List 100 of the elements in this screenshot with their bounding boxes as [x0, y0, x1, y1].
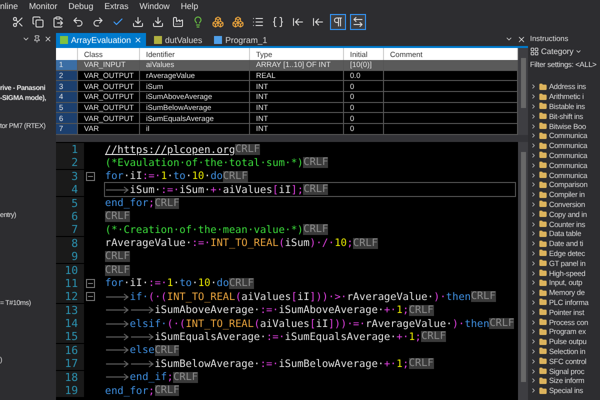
cut-icon[interactable] [12, 16, 24, 28]
expand-icon[interactable] [530, 377, 537, 384]
expand-icon[interactable] [530, 270, 537, 277]
check-icon[interactable] [112, 16, 124, 28]
code-line: iSumEqualsAverage·:=·iSumEqualsAverage·+·1;CRLF [104, 330, 516, 344]
expand-icon[interactable] [530, 122, 537, 130]
code-line: for·iI:=·1·to·10·doCRLF [104, 169, 249, 184]
expand-icon[interactable] [530, 93, 537, 100]
undo-icon[interactable] [72, 16, 84, 28]
line-number: 13 [56, 304, 84, 317]
pilcrow-icon [332, 16, 344, 28]
expand-icon[interactable] [530, 289, 537, 296]
expand-icon[interactable] [530, 279, 537, 286]
download-icon[interactable] [152, 16, 164, 28]
expand-icon[interactable] [530, 200, 537, 208]
menu-item[interactable]: Debug [68, 1, 94, 11]
arrow-to-line-icon[interactable] [292, 16, 304, 28]
menu-item[interactable]: Window [139, 1, 170, 11]
folder-icon [539, 161, 547, 170]
code-line: end_for;CRLF [104, 196, 180, 210]
line-number: 4 [56, 183, 84, 196]
fold-toggle-icon[interactable] [86, 172, 94, 181]
expand-icon[interactable] [530, 102, 537, 110]
expand-icon[interactable] [530, 250, 537, 257]
download-icon[interactable] [132, 16, 144, 28]
redo-icon[interactable] [92, 16, 104, 28]
close-icon[interactable] [134, 36, 142, 44]
copy-icon[interactable] [32, 16, 44, 28]
expand-icon[interactable] [530, 172, 537, 179]
toolbar-swap-arrows-toggle[interactable] [350, 14, 366, 30]
tab-arrow-icon [130, 332, 155, 341]
fold-toggle-icon[interactable] [86, 292, 94, 302]
scrollbar[interactable] [518, 142, 528, 400]
editor-tab[interactable]: Program_1 [210, 33, 272, 46]
folder-icon [539, 386, 547, 395]
code-line: end_if;CRLF [104, 370, 516, 384]
file-icon [214, 36, 222, 44]
code-line: if·(·(INT_TO_REAL(aiValues[iI]))·>·rAverageValue·)·thenCRLF [104, 290, 516, 304]
menu-item[interactable]: nline [0, 1, 18, 11]
expand-icon[interactable] [530, 240, 537, 248]
lightbulb-icon[interactable] [192, 16, 204, 28]
fold-toggle-icon[interactable] [86, 278, 94, 288]
pin-icon[interactable] [33, 35, 41, 43]
menu-item[interactable]: Extras [104, 1, 128, 11]
line-number: 3 [56, 170, 84, 183]
expand-icon[interactable] [530, 181, 537, 188]
boxes-icon[interactable] [232, 16, 244, 28]
arrow-to-line-icon[interactable] [312, 16, 324, 28]
folder-icon [539, 308, 547, 316]
expand-icon[interactable] [530, 348, 537, 355]
expand-icon[interactable] [530, 220, 537, 228]
close-icon[interactable] [517, 35, 526, 44]
expand-icon[interactable] [530, 298, 537, 306]
file-icon [154, 36, 162, 44]
dropdown-icon[interactable] [22, 35, 30, 43]
line-number: 10 [56, 264, 84, 277]
boxes-icon[interactable] [212, 16, 224, 28]
editor-tab[interactable]: dutValues [150, 33, 206, 46]
braces-icon[interactable] [272, 16, 284, 28]
expand-icon[interactable] [530, 162, 537, 169]
code-line: //https://plcopen.orgCRLF [104, 142, 261, 157]
tab-arrow-icon [105, 332, 130, 341]
code-line: iSumAboveAverage·:=·iSumAboveAverage·+·1;CRLF [104, 303, 516, 318]
expand-icon[interactable] [530, 191, 537, 198]
category-dropdown[interactable]: Category [530, 45, 600, 58]
expand-icon[interactable] [530, 338, 537, 346]
menu-item[interactable]: Monitor [28, 1, 58, 11]
tab-arrow-icon [105, 320, 130, 328]
code-line: (*·Creation·of·the·mean·value·*)CRLF [104, 222, 330, 238]
menu-item[interactable]: Help [180, 1, 198, 11]
expand-icon[interactable] [530, 230, 537, 238]
expand-icon[interactable] [530, 260, 537, 267]
folder-icon [539, 367, 547, 375]
expand-icon[interactable] [530, 152, 537, 159]
toolbar-pilcrow-toggle[interactable] [330, 14, 346, 30]
swap-arrows-icon [352, 16, 364, 28]
expand-icon[interactable] [530, 132, 537, 140]
expand-icon[interactable] [530, 142, 537, 150]
expand-icon[interactable] [530, 210, 537, 218]
code-line: elseCRLF [104, 343, 516, 358]
expand-icon[interactable] [530, 83, 537, 90]
expand-icon[interactable] [530, 387, 537, 394]
scrollbar[interactable] [518, 48, 528, 135]
expand-icon[interactable] [530, 358, 537, 365]
expand-icon[interactable] [530, 112, 537, 120]
line-number: 12 [56, 290, 84, 304]
dropdown-icon[interactable] [505, 35, 513, 43]
line-number: 7 [56, 223, 84, 236]
expand-icon[interactable] [530, 368, 537, 374]
expand-icon[interactable] [530, 328, 537, 336]
paste-icon[interactable] [52, 16, 64, 28]
line-number: 6 [56, 210, 84, 223]
expand-icon[interactable] [530, 318, 537, 326]
editor-tab[interactable]: ArrayEvaluation [56, 33, 146, 46]
factory-icon[interactable] [172, 16, 184, 28]
folder-icon [539, 82, 547, 91]
line-number: 19 [56, 384, 84, 398]
folder-icon [539, 376, 547, 385]
expand-icon[interactable] [530, 308, 537, 316]
close-icon[interactable] [44, 35, 52, 43]
